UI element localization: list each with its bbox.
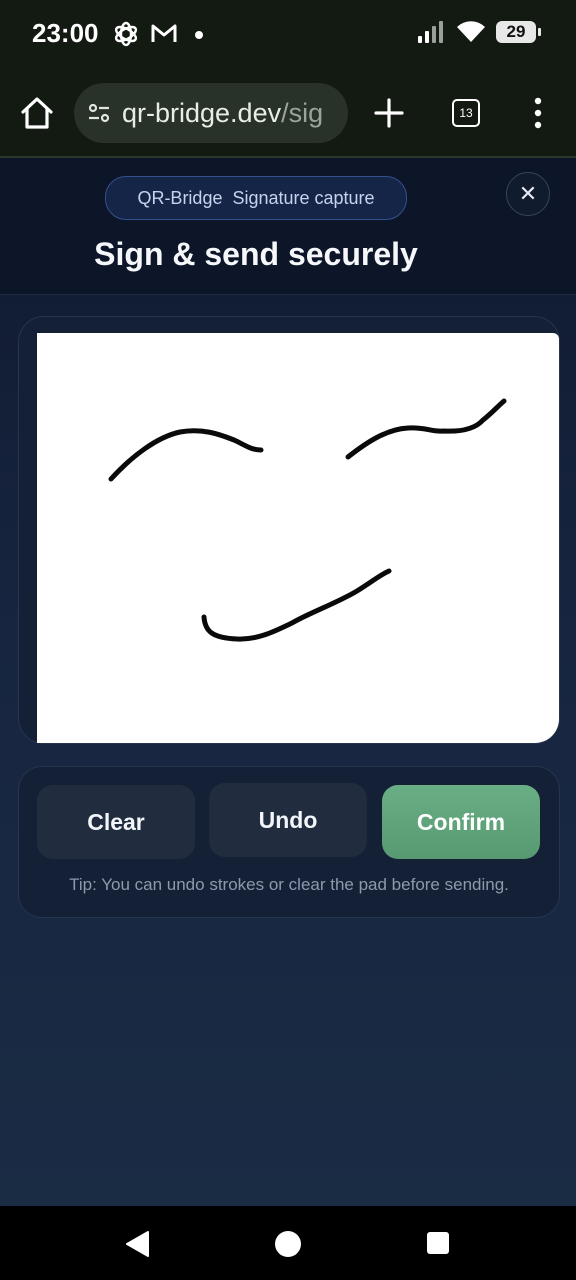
- site-settings-icon[interactable]: [86, 100, 112, 126]
- tip-text: Tip: You can undo strokes or clear the p…: [69, 875, 509, 894]
- url-path: /sig: [281, 97, 324, 128]
- status-bar: 23:00 29: [0, 0, 576, 70]
- signature-strokes: [108, 398, 507, 642]
- actions-card: Clear Undo Confirm Tip: You can undo str…: [18, 766, 560, 918]
- dot-icon: [195, 31, 203, 39]
- home-nav-icon[interactable]: [275, 1231, 301, 1257]
- close-button[interactable]: ✕: [506, 172, 550, 216]
- back-icon[interactable]: [124, 1230, 152, 1258]
- url-host: qr-bridge.dev: [122, 97, 282, 128]
- tab-switcher-button[interactable]: 13: [452, 99, 480, 127]
- signature-card: [18, 316, 560, 744]
- signal-icon: [418, 21, 443, 43]
- close-icon: ✕: [518, 181, 538, 206]
- openai-icon: [114, 21, 138, 47]
- url-text[interactable]: qr-bridge.dev/sig: [122, 98, 323, 129]
- status-time: 23:00: [32, 18, 99, 48]
- page-content: QR-Bridge Signature capture ✕ Sign & sen…: [0, 158, 576, 1206]
- stroke-3: [201, 568, 392, 642]
- confirm-button[interactable]: Confirm: [382, 785, 540, 859]
- signature-pad[interactable]: [37, 333, 559, 743]
- battery-icon: 29: [496, 21, 541, 43]
- address-bar[interactable]: qr-bridge.dev/sig: [74, 83, 348, 143]
- more-menu-icon[interactable]: [528, 96, 548, 130]
- badge-label: Signature capture: [232, 187, 375, 208]
- badge-brand: QR-Bridge: [137, 187, 223, 208]
- clear-button[interactable]: Clear: [37, 785, 195, 859]
- app-badge: QR-Bridge Signature capture: [105, 176, 407, 220]
- page-title: Sign & send securely: [94, 236, 418, 272]
- gmail-icon: [151, 24, 177, 42]
- undo-button[interactable]: Undo: [209, 783, 367, 857]
- wifi-icon: [457, 21, 485, 42]
- stroke-1: [108, 428, 264, 482]
- browser-toolbar: qr-bridge.dev/sig 13: [0, 70, 576, 158]
- home-icon[interactable]: [18, 94, 56, 132]
- new-tab-icon[interactable]: [370, 94, 408, 132]
- system-nav-bar: [0, 1206, 576, 1280]
- page-header: QR-Bridge Signature capture ✕ Sign & sen…: [0, 158, 576, 295]
- recents-icon[interactable]: [427, 1232, 449, 1254]
- stroke-2: [345, 398, 507, 460]
